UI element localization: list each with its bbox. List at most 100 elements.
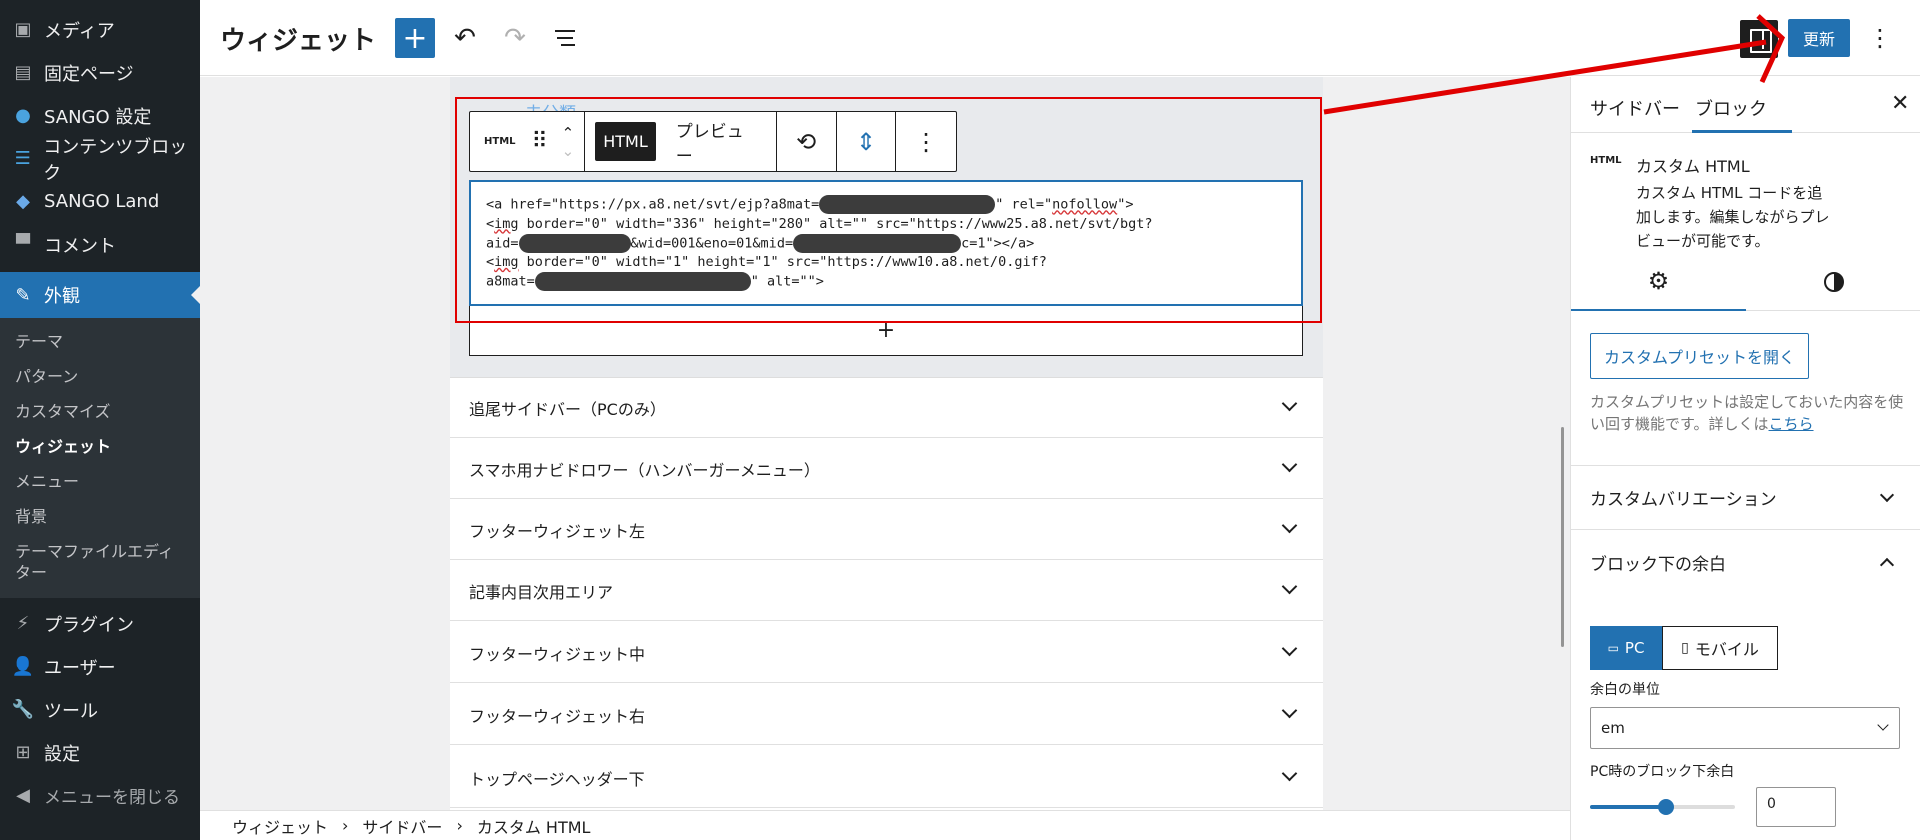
custom-variation-panel[interactable]: カスタムバリエーション bbox=[1571, 466, 1920, 530]
widget-area-list: 未分類 HTML ⠿ ⌃ ⌄ HTML プレビュー ⟲ bbox=[450, 77, 1323, 810]
preset-description: カスタムプリセットは設定しておいた内容を使い回す機能です。詳しくはこちら bbox=[1590, 391, 1908, 435]
list-view-button[interactable] bbox=[545, 18, 585, 58]
menu-label: コメント bbox=[44, 235, 116, 257]
breadcrumb-item-custom-html[interactable]: カスタム HTML bbox=[477, 814, 591, 838]
widget-area-footer-center[interactable]: フッターウィジェット中 bbox=[450, 623, 1323, 683]
area-label: 記事内目次用エリア bbox=[469, 582, 614, 602]
preset-description-text: カスタムプリセットは設定しておいた内容を使い回す機能です。詳しくは bbox=[1590, 393, 1904, 433]
menu-label: SANGO Land bbox=[44, 191, 160, 212]
list-view-icon bbox=[555, 25, 575, 51]
chevron-down-icon bbox=[1879, 487, 1895, 503]
menu-item-sango-settings[interactable]: ● SANGO 設定 bbox=[0, 94, 200, 137]
preset-help-link[interactable]: こちら bbox=[1769, 415, 1814, 433]
editor-header: ウィジェット + ↶ ↷ 更新 ⋮ bbox=[200, 0, 1920, 76]
redo-button[interactable]: ↷ bbox=[495, 18, 535, 58]
widget-area-footer-left[interactable]: フッターウィジェット左 bbox=[450, 500, 1323, 560]
contrast-icon bbox=[1823, 272, 1844, 292]
submenu-item-background[interactable]: 背景 bbox=[0, 499, 200, 534]
content-block-icon: ☰ bbox=[14, 148, 31, 169]
device-mobile-button[interactable]: ▯ モバイル bbox=[1662, 626, 1778, 670]
submenu-item-theme-file-editor[interactable]: テーマファイルエディター bbox=[0, 534, 175, 590]
menu-item-comments[interactable]: ▀ コメント bbox=[0, 223, 200, 266]
block-title: カスタム HTML bbox=[1636, 157, 1750, 176]
tab-styles[interactable] bbox=[1746, 253, 1920, 311]
submenu-item-patterns[interactable]: パターン bbox=[0, 359, 200, 394]
area-label: 追尾サイドバー（PCのみ） bbox=[469, 399, 666, 419]
layers-icon: ◆ bbox=[16, 191, 30, 212]
droplet-icon: ● bbox=[15, 105, 31, 126]
widget-area-footer-right[interactable]: フッターウィジェット右 bbox=[450, 685, 1323, 745]
unit-label: 余白の単位 bbox=[1590, 682, 1660, 698]
menu-item-plugins[interactable]: ⚡ プラグイン bbox=[0, 602, 200, 645]
submenu-item-customize[interactable]: カスタマイズ bbox=[0, 394, 200, 429]
chevron-down-icon bbox=[1281, 765, 1298, 782]
widget-area-mobile-drawer[interactable]: スマホ用ナビドロワー（ハンバーガーメニュー） bbox=[450, 439, 1323, 499]
breadcrumb-separator: › bbox=[342, 816, 349, 835]
collapse-menu-button[interactable]: ◀ メニューを閉じる bbox=[0, 774, 200, 817]
area-label: フッターウィジェット右 bbox=[469, 706, 646, 726]
menu-item-appearance[interactable]: ✎ 外観 bbox=[0, 272, 200, 318]
submenu-item-widgets[interactable]: ウィジェット bbox=[0, 429, 200, 464]
menu-label: 設定 bbox=[44, 743, 80, 765]
menu-label: ツール bbox=[44, 700, 98, 722]
device-pc-button[interactable]: ▭ PC bbox=[1590, 626, 1662, 670]
margin-number-input[interactable]: 0 bbox=[1756, 787, 1836, 827]
menu-item-sango-land[interactable]: ◆ SANGO Land bbox=[0, 180, 200, 223]
menu-label: プラグイン bbox=[44, 614, 134, 636]
chevron-down-icon bbox=[1281, 517, 1298, 534]
submenu-item-themes[interactable]: テーマ bbox=[0, 324, 200, 359]
device-label: モバイル bbox=[1694, 640, 1759, 659]
tab-settings[interactable]: ⚙ bbox=[1571, 253, 1746, 311]
device-label: PC bbox=[1624, 639, 1645, 657]
tab-block[interactable]: ブロック bbox=[1695, 95, 1767, 121]
brush-icon: ✎ bbox=[15, 284, 31, 306]
menu-item-users[interactable]: 👤 ユーザー bbox=[0, 645, 200, 688]
device-toggle: ▭ PC ▯ モバイル bbox=[1590, 626, 1778, 670]
chevron-down-icon bbox=[1281, 395, 1298, 412]
bottom-spacing-panel[interactable]: ブロック下の余白 bbox=[1571, 530, 1920, 594]
margin-slider[interactable] bbox=[1590, 799, 1735, 815]
menu-label: コンテンツブロック bbox=[43, 136, 188, 184]
widget-area-toc[interactable]: 記事内目次用エリア bbox=[450, 561, 1323, 621]
unit-value: em bbox=[1601, 719, 1625, 737]
chevron-down-icon bbox=[1877, 719, 1889, 731]
menu-item-media[interactable]: ▣ メディア bbox=[0, 8, 200, 51]
more-options-button[interactable]: ⋮ bbox=[1868, 18, 1892, 58]
slider-thumb[interactable] bbox=[1658, 799, 1674, 815]
menu-item-tools[interactable]: 🔧 ツール bbox=[0, 688, 200, 731]
tab-sidebar[interactable]: サイドバー bbox=[1590, 95, 1680, 121]
submenu-item-menus[interactable]: メニュー bbox=[0, 464, 200, 499]
breadcrumb-separator: › bbox=[456, 816, 463, 835]
menu-label: SANGO 設定 bbox=[44, 106, 152, 128]
block-card: HTML カスタム HTML カスタム HTML コードを追加します。編集しなが… bbox=[1571, 133, 1920, 253]
open-custom-preset-button[interactable]: カスタムプリセットを開く bbox=[1590, 333, 1810, 379]
area-label: フッターウィジェット中 bbox=[469, 644, 646, 664]
menu-item-settings[interactable]: ⊞ 設定 bbox=[0, 731, 200, 774]
block-inserter-button[interactable]: + bbox=[395, 18, 435, 58]
canvas-scrollbar[interactable] bbox=[1561, 427, 1564, 647]
settings-panel-toggle[interactable] bbox=[1740, 20, 1778, 58]
close-icon[interactable]: ✕ bbox=[1891, 91, 1909, 116]
annotation-highlight-box bbox=[455, 97, 1322, 323]
unit-select[interactable]: em bbox=[1590, 707, 1900, 749]
admin-menu: ▣ メディア ▤ 固定ページ ● SANGO 設定 ☰ コンテンツブロック ◆ SANGO… bbox=[0, 0, 200, 840]
breadcrumb: ウィジェット › サイドバー › カスタム HTML bbox=[200, 810, 1570, 840]
breadcrumb-item-widgets[interactable]: ウィジェット bbox=[232, 814, 328, 838]
menu-item-pages[interactable]: ▤ 固定ページ bbox=[0, 51, 200, 94]
update-button[interactable]: 更新 bbox=[1788, 19, 1850, 57]
menu-item-content-block[interactable]: ☰ コンテンツブロック bbox=[0, 137, 200, 184]
block-settings-sidebar: サイドバー ブロック ✕ HTML カスタム HTML カスタム HTML コー… bbox=[1570, 77, 1920, 840]
pc-margin-label: PC時のブロック下余白 bbox=[1590, 764, 1735, 780]
widget-area-sticky-sidebar[interactable]: 追尾サイドバー（PCのみ） bbox=[450, 378, 1323, 438]
breadcrumb-item-sidebar[interactable]: サイドバー bbox=[362, 814, 442, 838]
slider-fill bbox=[1590, 805, 1665, 809]
panel-title: カスタムバリエーション bbox=[1590, 490, 1777, 510]
chevron-down-icon bbox=[1281, 640, 1298, 657]
media-icon: ▣ bbox=[14, 19, 32, 40]
chevron-down-icon bbox=[1281, 578, 1298, 595]
settings-icon: ⊞ bbox=[15, 742, 31, 763]
area-label: フッターウィジェット左 bbox=[469, 521, 646, 541]
widget-area-top-header[interactable]: トップページヘッダー下 bbox=[450, 748, 1323, 808]
settings-style-tabs: ⚙ bbox=[1571, 253, 1920, 311]
undo-button[interactable]: ↶ bbox=[445, 18, 485, 58]
